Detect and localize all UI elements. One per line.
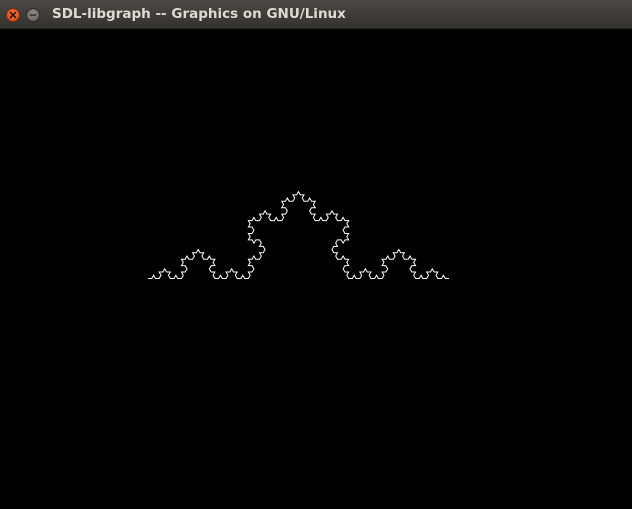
- close-button[interactable]: [6, 8, 20, 22]
- minimize-button[interactable]: [26, 8, 40, 22]
- minimize-icon: [29, 14, 37, 16]
- graphics-canvas: [0, 29, 632, 509]
- app-window: SDL-libgraph -- Graphics on GNU/Linux: [0, 0, 632, 509]
- title-bar[interactable]: SDL-libgraph -- Graphics on GNU/Linux: [0, 0, 632, 29]
- window-title: SDL-libgraph -- Graphics on GNU/Linux: [52, 6, 346, 22]
- koch-curve-drawing: [148, 190, 449, 279]
- close-icon: [9, 11, 17, 19]
- koch-curve: [148, 190, 449, 279]
